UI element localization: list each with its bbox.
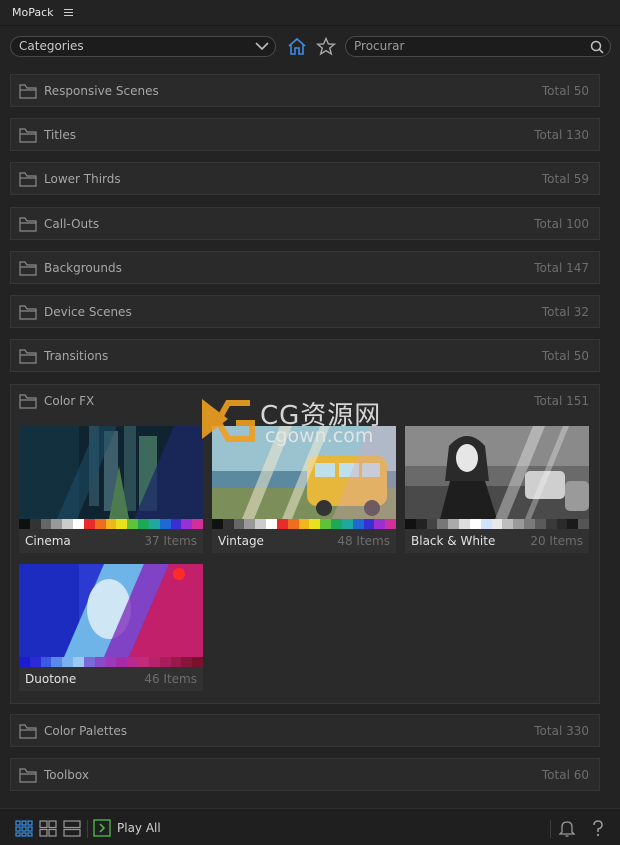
- play-icon: [93, 819, 111, 837]
- home-icon[interactable]: [287, 37, 307, 56]
- color-strip: [405, 519, 589, 529]
- category-total: Total 32: [541, 305, 589, 319]
- preset-count: 37 Items: [144, 534, 197, 548]
- folder-icon: [19, 768, 37, 783]
- category-select[interactable]: Categories: [10, 36, 276, 57]
- preset-thumbnail: [19, 564, 203, 667]
- preset-count: 46 Items: [144, 672, 197, 686]
- preset-thumbnail: [405, 426, 589, 529]
- category-total: Total 147: [534, 261, 589, 275]
- folder-icon: [19, 172, 37, 187]
- category-total: Total 151: [534, 394, 589, 408]
- color-strip: [212, 519, 396, 529]
- help-icon[interactable]: [589, 820, 607, 837]
- menu-icon[interactable]: [63, 8, 74, 17]
- category-row-device-scenes[interactable]: Device Scenes Total 32: [10, 295, 600, 328]
- preset-count: 48 Items: [337, 534, 390, 548]
- folder-icon: [19, 84, 37, 99]
- category-total: Total 59: [541, 172, 589, 186]
- category-label: Device Scenes: [44, 305, 132, 319]
- play-all-label: Play All: [117, 821, 161, 835]
- category-total: Total 50: [541, 84, 589, 98]
- preset-name: Cinema: [25, 534, 71, 548]
- category-total: Total 50: [541, 349, 589, 363]
- grid-small-view-icon[interactable]: [15, 820, 33, 837]
- chevron-down-icon: [255, 42, 269, 51]
- category-row-backgrounds[interactable]: Backgrounds Total 147: [10, 251, 600, 284]
- category-total: Total 130: [534, 128, 589, 142]
- category-select-value: Categories: [19, 39, 84, 53]
- category-row-lower-thirds[interactable]: Lower Thirds Total 59: [10, 162, 600, 195]
- color-strip: [19, 657, 203, 667]
- category-row-transitions[interactable]: Transitions Total 50: [10, 339, 600, 372]
- preset-thumbnail: [212, 426, 396, 529]
- category-label: Titles: [44, 128, 76, 142]
- category-label: Lower Thirds: [44, 172, 121, 186]
- preset-card-vintage[interactable]: Vintage 48 Items: [212, 426, 396, 553]
- category-label: Toolbox: [44, 768, 89, 782]
- title-bar: MoPack: [0, 0, 620, 26]
- category-total: Total 100: [534, 217, 589, 231]
- category-row-toolbox[interactable]: Toolbox Total 60: [10, 758, 600, 791]
- category-label[interactable]: Color FX: [44, 394, 94, 408]
- category-total: Total 60: [541, 768, 589, 782]
- play-all-button[interactable]: Play All: [93, 819, 161, 837]
- bell-icon[interactable]: [558, 820, 576, 837]
- preset-card-duotone[interactable]: Duotone 46 Items: [19, 564, 203, 691]
- category-label: Responsive Scenes: [44, 84, 159, 98]
- category-row-color-fx: Color FX Total 151 Cinema 37 Items Vinta…: [10, 384, 600, 704]
- folder-icon: [19, 128, 37, 143]
- color-strip: [19, 519, 203, 529]
- preset-name: Vintage: [218, 534, 264, 548]
- folder-icon: [19, 724, 37, 739]
- category-row-color-palettes[interactable]: Color Palettes Total 330: [10, 714, 600, 747]
- divider: [550, 820, 551, 838]
- category-label: Color Palettes: [44, 724, 127, 738]
- category-row-call-outs[interactable]: Call-Outs Total 100: [10, 207, 600, 240]
- category-total: Total 330: [534, 724, 589, 738]
- category-label: Call-Outs: [44, 217, 100, 231]
- preset-name: Black & White: [411, 534, 496, 548]
- search-icon[interactable]: [590, 40, 604, 54]
- category-label: Transitions: [44, 349, 109, 363]
- preset-thumbnail: [19, 426, 203, 529]
- grid-medium-view-icon[interactable]: [39, 820, 57, 837]
- preset-count: 20 Items: [530, 534, 583, 548]
- category-row-titles[interactable]: Titles Total 130: [10, 118, 600, 151]
- category-label: Backgrounds: [44, 261, 122, 275]
- star-icon[interactable]: [316, 37, 336, 56]
- divider: [87, 820, 88, 838]
- preset-name: Duotone: [25, 672, 77, 686]
- preset-card-black-white[interactable]: Black & White 20 Items: [405, 426, 589, 553]
- bottom-bar: Play All: [0, 808, 620, 845]
- folder-icon: [19, 349, 37, 364]
- folder-open-icon[interactable]: [19, 393, 37, 409]
- search-placeholder: Procurar: [354, 39, 405, 53]
- grid-large-view-icon[interactable]: [63, 820, 81, 837]
- category-row-responsive-scenes[interactable]: Responsive Scenes Total 50: [10, 74, 600, 107]
- preset-card-cinema[interactable]: Cinema 37 Items: [19, 426, 203, 553]
- app-title: MoPack: [12, 6, 54, 19]
- search-input[interactable]: Procurar: [345, 36, 611, 57]
- folder-icon: [19, 305, 37, 320]
- folder-icon: [19, 261, 37, 276]
- toolbar: Categories Procurar: [0, 26, 620, 66]
- folder-icon: [19, 217, 37, 232]
